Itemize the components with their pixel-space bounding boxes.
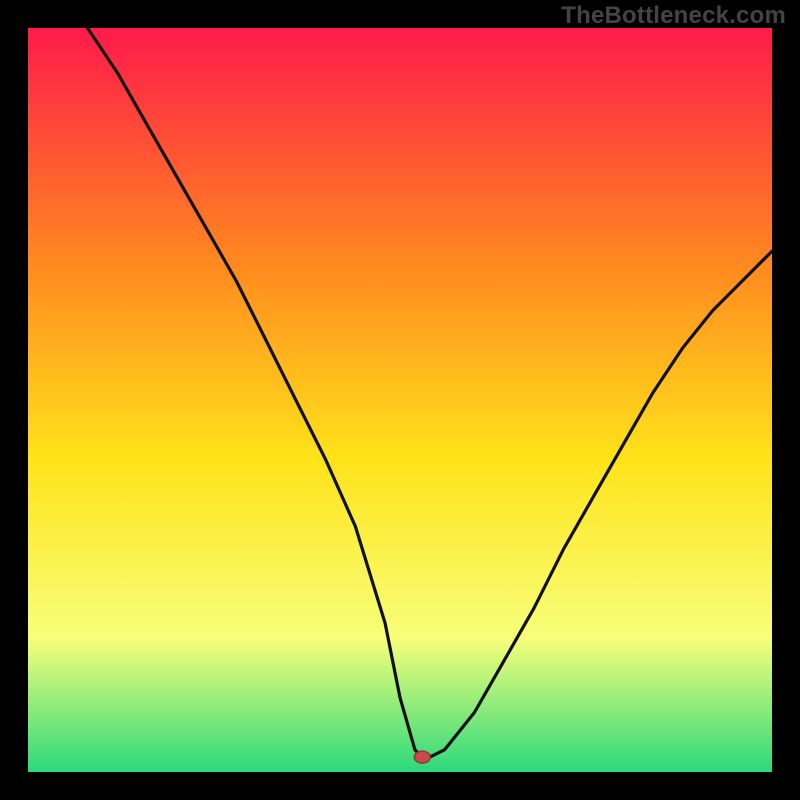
min-marker (414, 751, 430, 763)
plot-area (28, 28, 772, 772)
bottleneck-chart (0, 0, 800, 800)
watermark-text: TheBottleneck.com (561, 2, 786, 30)
chart-container: TheBottleneck.com (0, 0, 800, 800)
